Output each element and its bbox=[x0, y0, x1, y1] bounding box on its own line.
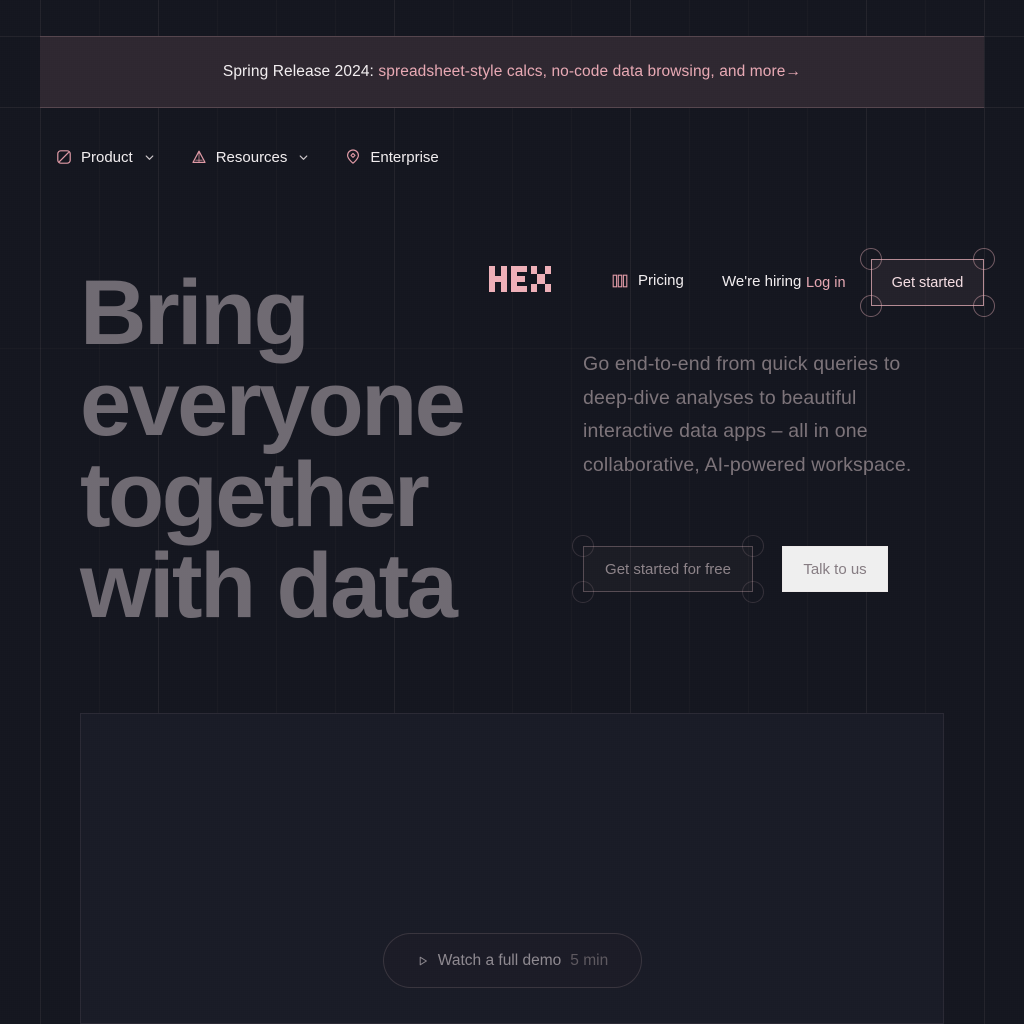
nav-item-label: Resources bbox=[215, 148, 288, 166]
get-started-for-free-button[interactable]: Get started for free bbox=[583, 546, 753, 592]
get-started-button[interactable]: Get started bbox=[871, 259, 984, 306]
talk-to-us-button[interactable]: Talk to us bbox=[782, 546, 888, 592]
watch-demo-label: Watch a full demo bbox=[437, 951, 562, 969]
hex-logo[interactable] bbox=[489, 266, 551, 292]
nav-item-label: Pricing bbox=[638, 272, 684, 289]
nav-item-product[interactable]: Product bbox=[56, 149, 155, 166]
corner-circle-decoration bbox=[973, 295, 995, 317]
corner-circle-decoration bbox=[973, 248, 995, 270]
announcement-link[interactable]: spreadsheet-style calcs, no-code data br… bbox=[378, 63, 801, 80]
watch-demo-duration: 5 min bbox=[570, 951, 609, 969]
pyramid-icon bbox=[191, 149, 207, 165]
watch-demo-button[interactable]: Watch a full demo 5 min bbox=[383, 933, 642, 988]
nav-item-resources[interactable]: Resources bbox=[191, 149, 310, 166]
corner-circle-decoration bbox=[572, 535, 594, 557]
announcement-lead: Spring Release 2024: bbox=[222, 63, 374, 80]
corner-circle-decoration bbox=[742, 581, 764, 603]
corner-circle-decoration bbox=[860, 248, 882, 270]
nav-item-hiring[interactable]: We're hiring bbox=[722, 273, 801, 290]
page-root: Spring Release 2024: spreadsheet-style c… bbox=[0, 0, 1024, 1024]
hero-subcopy: Go end-to-end from quick queries to deep… bbox=[583, 353, 912, 476]
announcement-banner[interactable]: Spring Release 2024: spreadsheet-style c… bbox=[40, 36, 984, 108]
nav-item-pricing[interactable]: Pricing bbox=[612, 272, 684, 289]
page-title: Bring everyone together with data bbox=[80, 262, 466, 638]
nav-item-label: Product bbox=[81, 148, 133, 166]
nav-left-group: Product Resources Enterprise bbox=[56, 126, 439, 188]
corner-circle-decoration bbox=[860, 295, 882, 317]
square-slash-icon bbox=[56, 149, 72, 165]
cta-primary-wrap: Get started for free bbox=[572, 535, 764, 603]
announcement-text: Spring Release 2024: spreadsheet-style c… bbox=[223, 63, 801, 81]
hero-cta-row: Get started for free Talk to us bbox=[572, 535, 888, 603]
get-started-button-wrap: Get started bbox=[860, 248, 995, 317]
login-link[interactable]: Log in bbox=[806, 275, 846, 291]
shield-pin-icon bbox=[345, 149, 361, 165]
nav-item-label: Enterprise bbox=[370, 148, 439, 166]
corner-circle-decoration bbox=[742, 535, 764, 557]
chevron-down-icon bbox=[298, 152, 309, 163]
nav-item-enterprise[interactable]: Enterprise bbox=[345, 148, 439, 166]
play-icon bbox=[417, 955, 429, 967]
chevron-down-icon bbox=[144, 152, 155, 163]
corner-circle-decoration bbox=[572, 581, 594, 603]
main-navigation: Product Resources Enterprise Pricing We'… bbox=[0, 126, 1024, 317]
bars-icon bbox=[612, 273, 628, 289]
